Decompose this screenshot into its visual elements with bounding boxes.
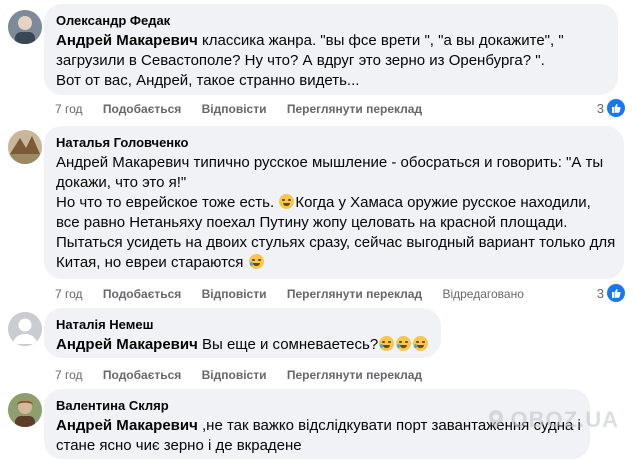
comment-bubble: Наталья Головченко Андрей Макаревич типи… — [44, 126, 624, 279]
laughing-emoji-icon — [279, 194, 295, 209]
reaction-summary[interactable]: 3 — [597, 284, 625, 302]
default-avatar-icon — [8, 312, 42, 346]
translate-button[interactable]: Переглянути переклад — [287, 102, 422, 116]
comment-actions: 7 год Подобається Відповісти Переглянути… — [55, 102, 439, 116]
rofl-emoji-icon — [248, 254, 264, 269]
mention-link[interactable]: Андрей Макаревич — [56, 32, 198, 49]
like-button[interactable]: Подобається — [103, 102, 181, 116]
watermark-logo: OBOZ.UA — [489, 407, 619, 433]
translate-button[interactable]: Переглянути переклад — [287, 287, 422, 301]
comment-time[interactable]: 7 год — [55, 102, 83, 116]
comment-bubble: Олександр Федак Андрей Макаревич классик… — [44, 4, 618, 95]
reply-button[interactable]: Відповісти — [202, 102, 267, 116]
like-button[interactable]: Подобається — [103, 368, 181, 382]
reaction-count: 3 — [596, 285, 604, 301]
comment-author[interactable]: Наталія Немеш — [56, 316, 429, 333]
like-icon — [607, 284, 625, 302]
reaction-summary[interactable]: 3 — [597, 99, 625, 117]
reply-button[interactable]: Відповісти — [202, 368, 267, 382]
avatar-photo-icon — [8, 130, 42, 164]
sad-emoji-icon — [379, 336, 395, 351]
comment-actions: 7 год Подобається Відповісти Переглянути… — [55, 287, 541, 301]
avatar-photo-icon — [8, 393, 42, 427]
avatar[interactable] — [8, 393, 42, 427]
like-icon — [607, 99, 625, 117]
mention-link[interactable]: Андрей Макаревич — [56, 417, 198, 434]
comment-text: Андрей Макаревич типично русское мышлени… — [56, 154, 616, 271]
comment-text: Андрей Макаревич классика жанра. "вы фсе… — [56, 32, 564, 89]
reaction-count: 3 — [596, 100, 604, 116]
avatar[interactable] — [8, 312, 42, 346]
avatar-photo-icon — [8, 10, 42, 44]
comment-time[interactable]: 7 год — [55, 368, 83, 382]
watermark-text: OBOZ.UA — [510, 407, 619, 432]
sad-emoji-icon — [396, 336, 412, 351]
watermark-pin-icon — [489, 410, 504, 428]
comment-actions: 7 год Подобається Відповісти Переглянути… — [55, 368, 439, 382]
like-button[interactable]: Подобається — [103, 287, 181, 301]
reply-button[interactable]: Відповісти — [202, 287, 267, 301]
sad-emoji-icon — [413, 336, 429, 351]
avatar[interactable] — [8, 10, 42, 44]
comment-text: Андрей Макаревич Вы еще и сомневаетесь? — [56, 335, 429, 355]
comment-author[interactable]: Наталья Головченко — [56, 134, 612, 151]
edited-label[interactable]: Відредаговано — [442, 287, 523, 301]
mention-link[interactable]: Андрей Макаревич — [56, 336, 198, 353]
avatar[interactable] — [8, 130, 42, 164]
comment-author[interactable]: Олександр Федак — [56, 12, 606, 29]
comment-bubble: Наталія Немеш Андрей Макаревич Вы еще и … — [44, 308, 441, 358]
comment-time[interactable]: 7 год — [55, 287, 83, 301]
translate-button[interactable]: Переглянути переклад — [287, 368, 422, 382]
